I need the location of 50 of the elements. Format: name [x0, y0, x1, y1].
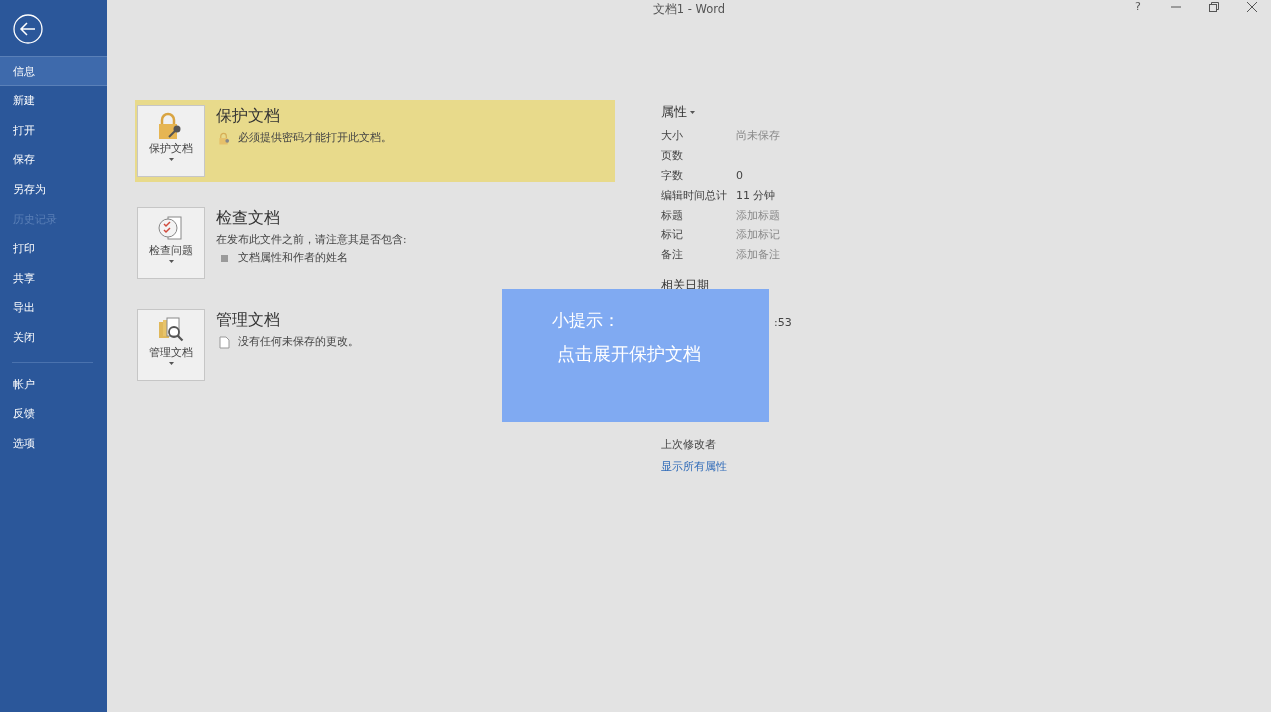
section-button[interactable]: 保护文档 — [137, 105, 205, 177]
property-value: 11 分钟 — [736, 187, 777, 203]
section-description: 在发布此文件之前，请注意其是否包含: — [216, 233, 407, 247]
section-description: 文档属性和作者的姓名 — [238, 251, 348, 265]
close-icon[interactable] — [1247, 1, 1257, 12]
documents-search-icon — [156, 316, 186, 344]
nav-item[interactable]: 保存 — [0, 145, 107, 175]
document-icon — [218, 335, 230, 349]
property-label: 备注 — [661, 247, 684, 263]
tip-text: 点击展开保护文档 — [557, 342, 702, 366]
section-title: 保护文档 — [216, 106, 281, 127]
bullet-icon — [220, 254, 228, 262]
property-label: 标题 — [661, 207, 684, 223]
caret-icon — [690, 110, 695, 114]
nav-item[interactable]: 帐户 — [0, 369, 107, 399]
caret-icon — [168, 260, 174, 263]
property-value: 0 — [736, 169, 744, 182]
property-label: 标记 — [661, 227, 684, 243]
property-label: 上次修改者 — [661, 436, 717, 452]
nav-item[interactable]: 导出 — [0, 293, 107, 323]
tip-title: 小提示： — [552, 309, 621, 332]
property-label: 页数 — [661, 148, 684, 164]
section-description: 没有任何未保存的更改。 — [238, 335, 359, 349]
section-button[interactable]: 检查问题 — [137, 207, 205, 279]
properties-heading[interactable]: 属性 — [661, 103, 687, 121]
caret-icon — [168, 362, 174, 365]
nav-item[interactable]: 反馈 — [0, 398, 107, 429]
date-value: :53 — [774, 315, 793, 329]
nav-item[interactable]: 打开 — [0, 115, 107, 146]
restore-icon[interactable] — [1209, 1, 1219, 12]
nav-item[interactable]: 信息 — [0, 56, 107, 86]
caret-icon — [168, 158, 174, 161]
nav-item[interactable]: 打印 — [0, 233, 107, 264]
nav-item[interactable]: 另存为 — [0, 174, 107, 205]
property-label: 大小 — [661, 128, 684, 144]
section-title: 检查文档 — [216, 208, 281, 229]
nav-item[interactable]: 共享 — [0, 263, 107, 294]
nav-item[interactable]: 新建 — [0, 86, 107, 116]
section-button[interactable]: 管理文档 — [137, 309, 205, 381]
show-all-properties-link[interactable]: 显示所有属性 — [661, 458, 861, 474]
property-label: 编辑时间总计 — [661, 187, 728, 203]
nav-item[interactable]: 选项 — [0, 428, 107, 459]
nav-item[interactable]: 关闭 — [0, 322, 107, 353]
lock-icon — [218, 131, 230, 145]
back-icon[interactable] — [13, 14, 43, 44]
help-button[interactable]: ? — [1119, 0, 1157, 13]
property-label: 字数 — [661, 168, 684, 183]
section-title: 管理文档 — [216, 310, 281, 331]
window-title: 文档1 - Word — [652, 1, 726, 17]
section-description: 必须提供密码才能打开此文档。 — [238, 131, 392, 145]
